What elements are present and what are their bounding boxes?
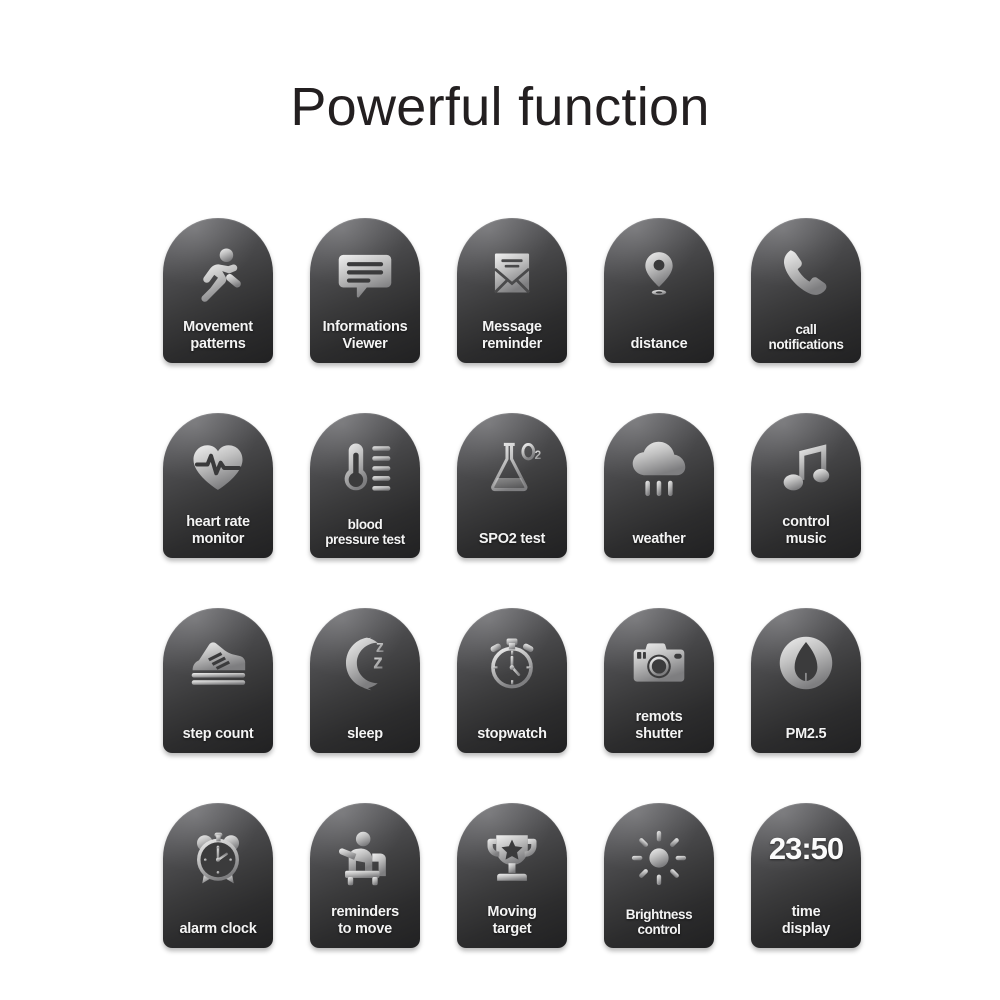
feature-tile-brightness-control[interactable]: Brightness control bbox=[604, 803, 714, 948]
music-note-icon bbox=[751, 435, 861, 501]
feature-tile-label: Message reminder bbox=[481, 319, 543, 353]
feature-tile-pm25[interactable]: PM2.5 bbox=[751, 608, 861, 753]
rain-cloud-icon bbox=[604, 435, 714, 501]
sun-brightness-icon bbox=[604, 825, 714, 891]
stopwatch-icon bbox=[457, 630, 567, 696]
page-title: Powerful function bbox=[290, 77, 710, 137]
trophy-star-icon bbox=[457, 825, 567, 891]
feature-tile-weather[interactable]: weather bbox=[604, 413, 714, 558]
feature-tile-label: blood pressure test bbox=[325, 516, 405, 548]
feature-grid: Movement patterns Informations Viewer Mess… bbox=[163, 218, 863, 948]
feature-tile-label: PM2.5 bbox=[785, 726, 827, 743]
svg-text:z: z bbox=[373, 651, 383, 673]
feature-tile-label: Movement patterns bbox=[183, 319, 253, 353]
feature-tile-label: call notifications bbox=[768, 321, 844, 353]
moon-zzz-icon: zz bbox=[310, 630, 420, 696]
running-person-icon bbox=[163, 240, 273, 306]
feature-tile-movement-patterns[interactable]: Movement patterns bbox=[163, 218, 273, 363]
feature-tile-blood-pressure-test[interactable]: blood pressure test bbox=[310, 413, 420, 558]
feature-tile-distance[interactable]: distance bbox=[604, 218, 714, 363]
thermometer-scale-icon bbox=[310, 435, 420, 501]
feature-tile-label: remots shutter bbox=[635, 709, 683, 743]
feature-tile-label: SPO2 test bbox=[478, 531, 546, 548]
map-pin-icon bbox=[604, 240, 714, 306]
feature-tile-label: distance bbox=[630, 336, 688, 353]
chat-bubble-lines-icon bbox=[310, 240, 420, 306]
envelope-icon bbox=[457, 240, 567, 306]
feature-tile-label: reminders to move bbox=[331, 904, 399, 938]
feature-tile-label: step count bbox=[182, 726, 254, 743]
leaf-circle-icon bbox=[751, 630, 861, 696]
phone-handset-icon bbox=[751, 240, 861, 306]
svg-text:2: 2 bbox=[535, 449, 542, 462]
feature-tile-label: Brightness control bbox=[625, 906, 693, 938]
feature-tile-label: sleep bbox=[347, 726, 383, 743]
feature-tile-label: time display bbox=[781, 904, 831, 938]
flask-o2-icon: 2 bbox=[457, 435, 567, 501]
sitting-person-icon bbox=[310, 825, 420, 891]
feature-tile-remots-shutter[interactable]: remots shutter bbox=[604, 608, 714, 753]
feature-tile-step-count[interactable]: step count bbox=[163, 608, 273, 753]
feature-tile-label: weather bbox=[632, 531, 686, 548]
feature-tile-message-reminder[interactable]: Message reminder bbox=[457, 218, 567, 363]
feature-tile-label: alarm clock bbox=[179, 921, 257, 938]
feature-tile-call-notifications[interactable]: call notifications bbox=[751, 218, 861, 363]
feature-tile-label: heart rate monitor bbox=[186, 514, 250, 548]
poster-root: Powerful function Movement patterns Infor… bbox=[0, 0, 1000, 1000]
feature-tile-stopwatch[interactable]: stopwatch bbox=[457, 608, 567, 753]
feature-tile-label: Moving target bbox=[487, 904, 537, 938]
feature-tile-sleep[interactable]: z z sleep bbox=[310, 608, 420, 753]
feature-tile-informations-viewer[interactable]: Informations Viewer bbox=[310, 218, 420, 363]
camera-icon bbox=[604, 630, 714, 696]
feature-tile-control-music[interactable]: control music bbox=[751, 413, 861, 558]
sneaker-icon bbox=[163, 630, 273, 696]
heart-pulse-icon bbox=[163, 435, 273, 501]
feature-tile-alarm-clock[interactable]: alarm clock bbox=[163, 803, 273, 948]
alarm-clock-icon bbox=[163, 825, 273, 891]
feature-tile-label: stopwatch bbox=[477, 726, 547, 743]
feature-tile-reminders-to-move[interactable]: reminders to move bbox=[310, 803, 420, 948]
feature-tile-label: Informations Viewer bbox=[322, 319, 408, 353]
feature-tile-moving-target[interactable]: Moving target bbox=[457, 803, 567, 948]
feature-tile-time-display[interactable]: 23:50 time display bbox=[751, 803, 861, 948]
feature-tile-spo2-test[interactable]: 2 SPO2 test bbox=[457, 413, 567, 558]
feature-tile-label: control music bbox=[782, 514, 830, 548]
time-readout: 23:50 bbox=[768, 831, 844, 866]
feature-tile-heart-rate-monitor[interactable]: heart rate monitor bbox=[163, 413, 273, 558]
